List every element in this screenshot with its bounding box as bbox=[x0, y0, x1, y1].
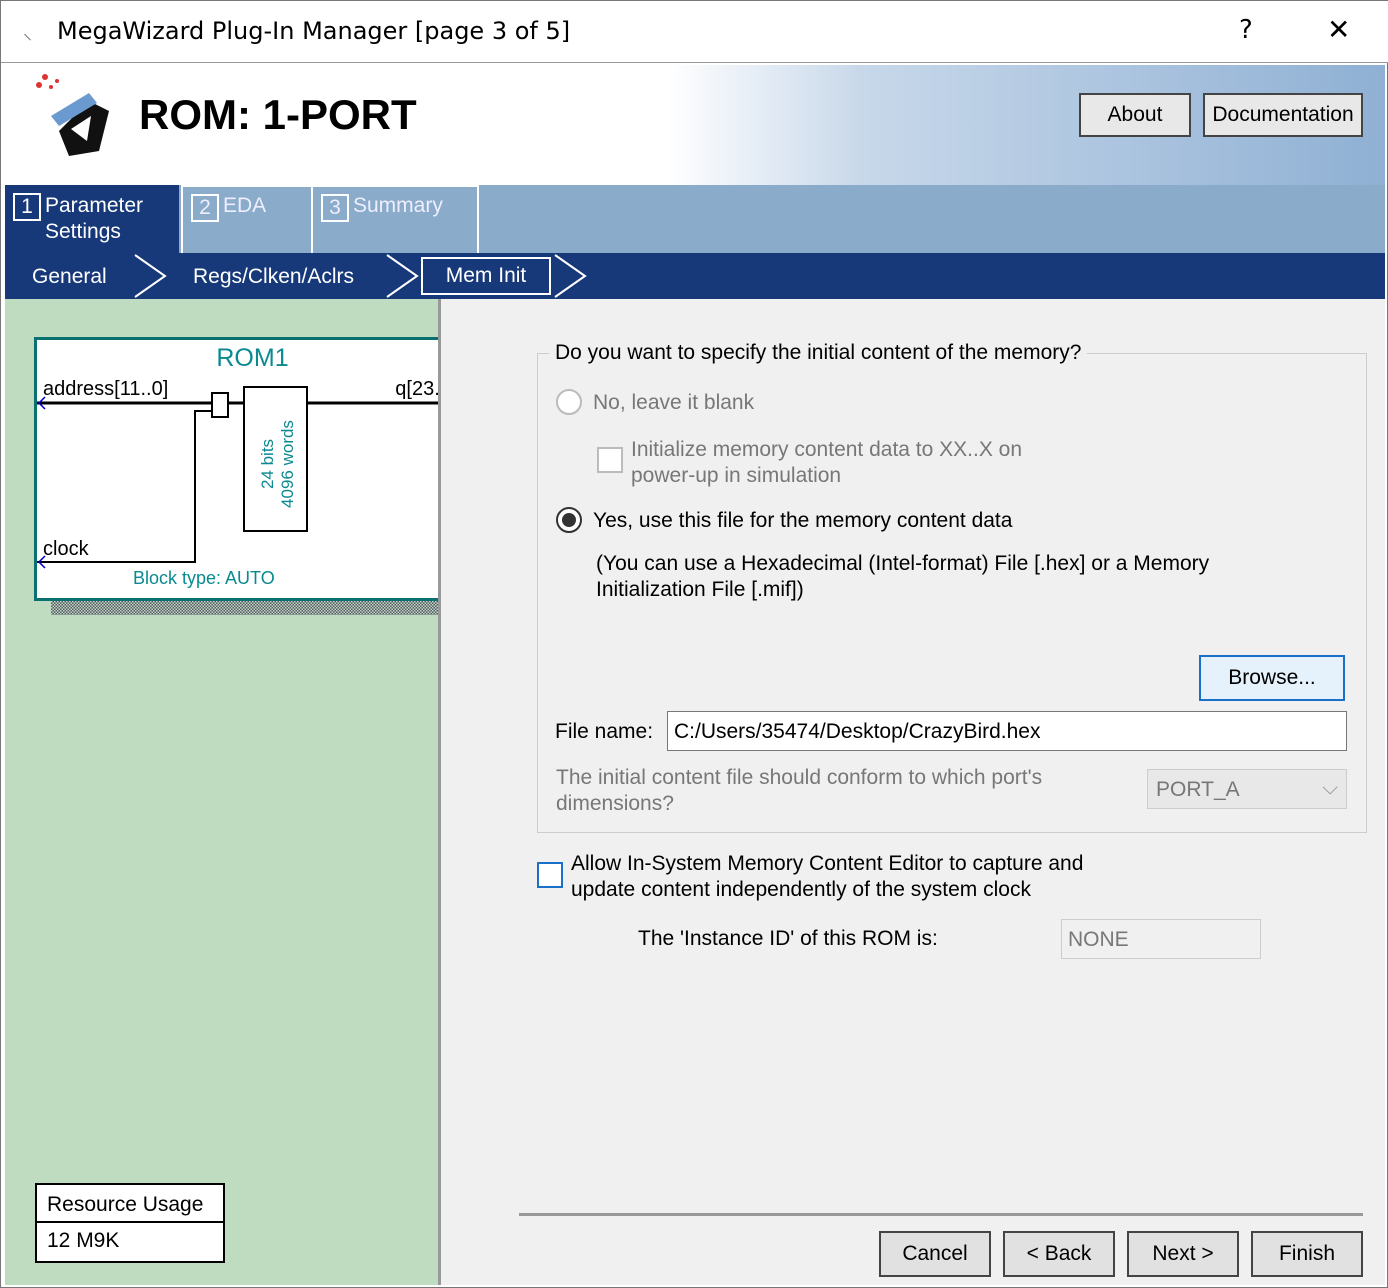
settings-panel: Do you want to specify the initial conte… bbox=[441, 299, 1385, 1285]
yes-option-label: Yes, use this file for the memory conten… bbox=[593, 509, 1013, 532]
chevron-down-icon: ⌵ bbox=[1322, 776, 1338, 799]
init-xx-checkbox[interactable] bbox=[597, 447, 623, 473]
insystem-editor-checkbox[interactable] bbox=[537, 862, 563, 888]
subpage-nav: General Regs/Clken/Aclrs Mem Init bbox=[5, 253, 1385, 299]
resource-usage-label: Resource Usage bbox=[37, 1185, 223, 1223]
file-name-label: File name: bbox=[555, 720, 654, 743]
init-xx-label: Initialize memory content data to XX..X … bbox=[631, 437, 1022, 489]
instance-id-input[interactable]: NONE bbox=[1061, 919, 1261, 959]
file-format-hint: (You can use a Hexadecimal (Intel-format… bbox=[596, 551, 1209, 603]
close-button[interactable]: ✕ bbox=[1327, 13, 1350, 46]
wizard-window: ⸜ MegaWizard Plug-In Manager [page 3 of … bbox=[0, 0, 1388, 1288]
tab-label: Parameter Settings bbox=[45, 194, 144, 243]
insystem-editor-label: Allow In-System Memory Content Editor to… bbox=[571, 851, 1083, 903]
tab-parameter-settings[interactable]: 1 Parameter Settings bbox=[5, 185, 179, 253]
port-question-line: The initial content file should conform … bbox=[556, 766, 1043, 789]
next-button[interactable]: Next > bbox=[1127, 1231, 1239, 1277]
cancel-button[interactable]: Cancel bbox=[879, 1231, 991, 1277]
group-title: Do you want to specify the initial conte… bbox=[549, 341, 1088, 365]
wand-icon: ⸜ bbox=[23, 23, 32, 44]
chevron-right-icon bbox=[134, 254, 167, 298]
browse-button[interactable]: Browse... bbox=[1199, 655, 1345, 701]
hint-line: (You can use a Hexadecimal (Intel-format… bbox=[596, 552, 1210, 575]
chevron-right-icon bbox=[386, 254, 419, 298]
words-label: 4096 words bbox=[278, 420, 297, 508]
documentation-button[interactable]: Documentation bbox=[1203, 93, 1363, 137]
port-value: PORT_A bbox=[1156, 778, 1240, 801]
title-bar: ⸜ MegaWizard Plug-In Manager [page 3 of … bbox=[1, 1, 1388, 63]
memory-size: 24 bits 4096 words bbox=[258, 419, 298, 509]
header: ROM: 1-PORT About Documentation bbox=[5, 65, 1385, 185]
tab-eda[interactable]: 2 EDA bbox=[181, 185, 313, 253]
tab-number: 3 bbox=[321, 194, 349, 222]
tab-label: EDA bbox=[223, 194, 267, 217]
subnav-general[interactable]: General bbox=[32, 265, 107, 289]
no-option-label: No, leave it blank bbox=[593, 391, 755, 414]
rom-chip-icon bbox=[36, 74, 109, 156]
bits-label: 24 bits bbox=[258, 438, 277, 490]
port-question-line: dimensions? bbox=[556, 792, 674, 815]
tab-number: 1 bbox=[13, 193, 41, 221]
no-radio[interactable] bbox=[556, 389, 582, 415]
init-xx-line: power-up in simulation bbox=[631, 464, 842, 487]
tab-label: Summary bbox=[353, 194, 443, 217]
block-type: Block type: AUTO bbox=[133, 568, 275, 588]
footer-divider bbox=[519, 1213, 1363, 1216]
file-name-input[interactable]: C:/Users/35474/Desktop/CrazyBird.hex bbox=[667, 711, 1347, 751]
chevron-right-icon bbox=[554, 254, 587, 298]
component-title: ROM: 1-PORT bbox=[139, 91, 417, 138]
symbol-panel: ROM1 address[11..0] q[23..0] clock 24 bi… bbox=[5, 299, 485, 1285]
back-button[interactable]: < Back bbox=[1003, 1231, 1115, 1277]
hint-line: Initialization File [.mif]) bbox=[596, 578, 804, 601]
yes-radio[interactable] bbox=[556, 507, 582, 533]
window-title: MegaWizard Plug-In Manager [page 3 of 5] bbox=[57, 17, 571, 45]
tab-summary[interactable]: 3 Summary bbox=[313, 185, 479, 253]
tab-number: 2 bbox=[191, 194, 219, 222]
port-question: The initial content file should conform … bbox=[556, 765, 1042, 817]
about-button[interactable]: About bbox=[1079, 93, 1191, 137]
resource-usage-box: Resource Usage 12 M9K bbox=[35, 1183, 225, 1263]
insystem-line: update content independently of the syst… bbox=[571, 878, 1031, 901]
rom-symbol: ROM1 address[11..0] q[23..0] clock 24 bi… bbox=[34, 337, 471, 601]
subnav-mem-init[interactable]: Mem Init bbox=[421, 257, 551, 295]
subnav-regs[interactable]: Regs/Clken/Aclrs bbox=[193, 265, 354, 289]
page-tabs: 1 Parameter Settings 2 EDA 3 Summary bbox=[5, 185, 1385, 253]
port-select[interactable]: PORT_A ⌵ bbox=[1147, 769, 1347, 809]
init-xx-line: Initialize memory content data to XX..X … bbox=[631, 438, 1023, 461]
symbol-wires bbox=[37, 386, 468, 569]
resource-usage-value: 12 M9K bbox=[47, 1229, 120, 1252]
insystem-line: Allow In-System Memory Content Editor to… bbox=[571, 852, 1084, 875]
instance-id-label: The 'Instance ID' of this ROM is: bbox=[638, 927, 938, 950]
finish-button[interactable]: Finish bbox=[1251, 1231, 1363, 1277]
help-button[interactable]: ? bbox=[1239, 15, 1253, 45]
